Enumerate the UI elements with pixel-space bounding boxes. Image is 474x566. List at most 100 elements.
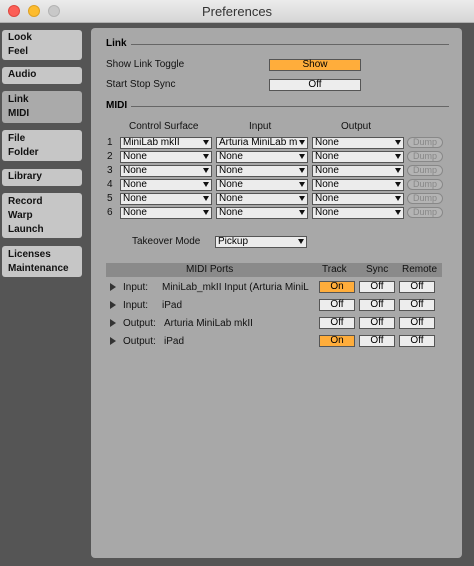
midi-ports-column-header: MIDI Ports	[186, 264, 234, 275]
dropdown-arrow-icon	[395, 168, 401, 173]
dropdown-arrow-icon	[203, 154, 209, 159]
sync-toggle[interactable]: Off	[359, 299, 395, 311]
midi-input-select[interactable]: None	[216, 193, 308, 205]
port-direction: Input:	[123, 300, 149, 311]
select-value: None	[219, 166, 243, 176]
midi-input-select[interactable]: Arturia MiniLab mkII	[216, 137, 308, 149]
expand-triangle-icon[interactable]	[110, 283, 116, 291]
midi-output-select[interactable]: None	[312, 137, 404, 149]
start-stop-sync-button[interactable]: Off	[269, 79, 361, 91]
sidebar-tab-file-folder[interactable]: File Folder	[2, 130, 82, 161]
control-surface-select[interactable]: None	[120, 151, 212, 163]
takeover-mode-label: Takeover Mode	[132, 236, 201, 247]
sync-toggle[interactable]: Off	[359, 335, 395, 347]
select-value: None	[123, 152, 147, 162]
select-value: Arturia MiniLab mkII	[219, 138, 297, 148]
sidebar-tab-label: Warp	[8, 210, 33, 221]
dropdown-arrow-icon	[203, 196, 209, 201]
sidebar-tab-label: Audio	[8, 69, 37, 80]
select-value: MiniLab mkII	[123, 138, 180, 148]
select-value: None	[123, 180, 147, 190]
track-toggle[interactable]: Off	[319, 299, 355, 311]
select-value: None	[315, 208, 339, 218]
sidebar-tab-library[interactable]: Library	[2, 169, 82, 186]
track-toggle[interactable]: Off	[319, 317, 355, 329]
dump-button[interactable]: Dump	[407, 137, 443, 148]
select-value: None	[219, 208, 243, 218]
midi-section-heading: MIDI	[106, 100, 128, 111]
sync-toggle[interactable]: Off	[359, 281, 395, 293]
midi-input-select[interactable]: None	[216, 151, 308, 163]
expand-triangle-icon[interactable]	[110, 319, 116, 327]
select-value: None	[315, 138, 339, 148]
midi-output-select[interactable]: None	[312, 179, 404, 191]
port-direction: Output:	[123, 336, 156, 347]
link-section-heading: Link	[106, 38, 127, 49]
sync-column-header: Sync	[366, 264, 389, 275]
show-link-toggle-button[interactable]: Show	[269, 59, 361, 71]
sidebar-tab-look-feel[interactable]: Look Feel	[2, 30, 82, 60]
control-surface-select[interactable]: MiniLab mkII	[120, 137, 212, 149]
track-toggle[interactable]: On	[319, 281, 355, 293]
midi-port-row: Input: MiniLab_mkII Input (Arturia MiniL…	[106, 279, 442, 297]
sidebar-tab-record-warp-launch[interactable]: Record Warp Launch	[2, 193, 82, 238]
sidebar-tab-label: Folder	[8, 147, 39, 158]
dump-button[interactable]: Dump	[407, 207, 443, 218]
midi-ports-table: MIDI Ports Track Sync Remote Input: Mini…	[106, 263, 442, 351]
port-name: iPad	[164, 336, 185, 347]
sidebar-tab-link-midi[interactable]: Link MIDI	[2, 91, 82, 123]
dropdown-arrow-icon	[298, 239, 304, 244]
dropdown-arrow-icon	[395, 154, 401, 159]
dump-button[interactable]: Dump	[407, 165, 443, 176]
dropdown-arrow-icon	[299, 168, 305, 173]
surface-row-number: 5	[107, 193, 113, 204]
settings-panel: Link Show Link Toggle Show Start Stop Sy…	[91, 28, 462, 558]
track-toggle[interactable]: On	[319, 335, 355, 347]
midi-port-row: Output: Arturia MiniLab mkII Off Off Off	[106, 315, 442, 333]
select-value: None	[123, 208, 147, 218]
midi-output-select[interactable]: None	[312, 151, 404, 163]
midi-input-select[interactable]: None	[216, 207, 308, 219]
control-surface-select[interactable]: None	[120, 193, 212, 205]
midi-output-select[interactable]: None	[312, 193, 404, 205]
midi-input-select[interactable]: None	[216, 179, 308, 191]
select-value: None	[315, 180, 339, 190]
sidebar-tab-label: File	[8, 133, 26, 144]
expand-triangle-icon[interactable]	[110, 301, 116, 309]
sidebar-tab-audio[interactable]: Audio	[2, 67, 82, 84]
remote-toggle[interactable]: Off	[399, 317, 435, 329]
expand-triangle-icon[interactable]	[110, 337, 116, 345]
remote-toggle[interactable]: Off	[399, 299, 435, 311]
takeover-mode-select[interactable]: Pickup	[215, 236, 307, 248]
preferences-window: Preferences Look Feel Audio Link MIDI Fi…	[0, 0, 474, 566]
sidebar-tab-label: Link	[8, 94, 29, 105]
remote-toggle[interactable]: Off	[399, 335, 435, 347]
dump-button[interactable]: Dump	[407, 151, 443, 162]
dropdown-arrow-icon	[395, 210, 401, 215]
dump-button[interactable]: Dump	[407, 179, 443, 190]
sync-toggle[interactable]: Off	[359, 317, 395, 329]
midi-port-row: Output: iPad On Off Off	[106, 333, 442, 351]
dropdown-arrow-icon	[299, 154, 305, 159]
port-name: Arturia MiniLab mkII	[164, 318, 253, 329]
port-name: iPad	[162, 300, 183, 311]
control-surface-select[interactable]: None	[120, 207, 212, 219]
control-surface-column-header: Control Surface	[129, 121, 199, 132]
midi-input-select[interactable]: None	[216, 165, 308, 177]
input-column-header: Input	[249, 121, 272, 132]
midi-output-select[interactable]: None	[312, 165, 404, 177]
remote-toggle[interactable]: Off	[399, 281, 435, 293]
dropdown-arrow-icon	[395, 140, 401, 145]
surface-row-number: 6	[107, 207, 113, 218]
select-value: Pickup	[218, 237, 249, 247]
sidebar-tab-label: Feel	[8, 46, 29, 57]
midi-output-select[interactable]: None	[312, 207, 404, 219]
output-column-header: Output	[341, 121, 372, 132]
dump-button[interactable]: Dump	[407, 193, 443, 204]
control-surface-select[interactable]: None	[120, 179, 212, 191]
show-link-toggle-label: Show Link Toggle	[106, 59, 185, 70]
control-surface-select[interactable]: None	[120, 165, 212, 177]
select-value: None	[315, 194, 339, 204]
sidebar-tab-licenses-maintenance[interactable]: Licenses Maintenance	[2, 246, 82, 277]
select-value: None	[219, 180, 243, 190]
